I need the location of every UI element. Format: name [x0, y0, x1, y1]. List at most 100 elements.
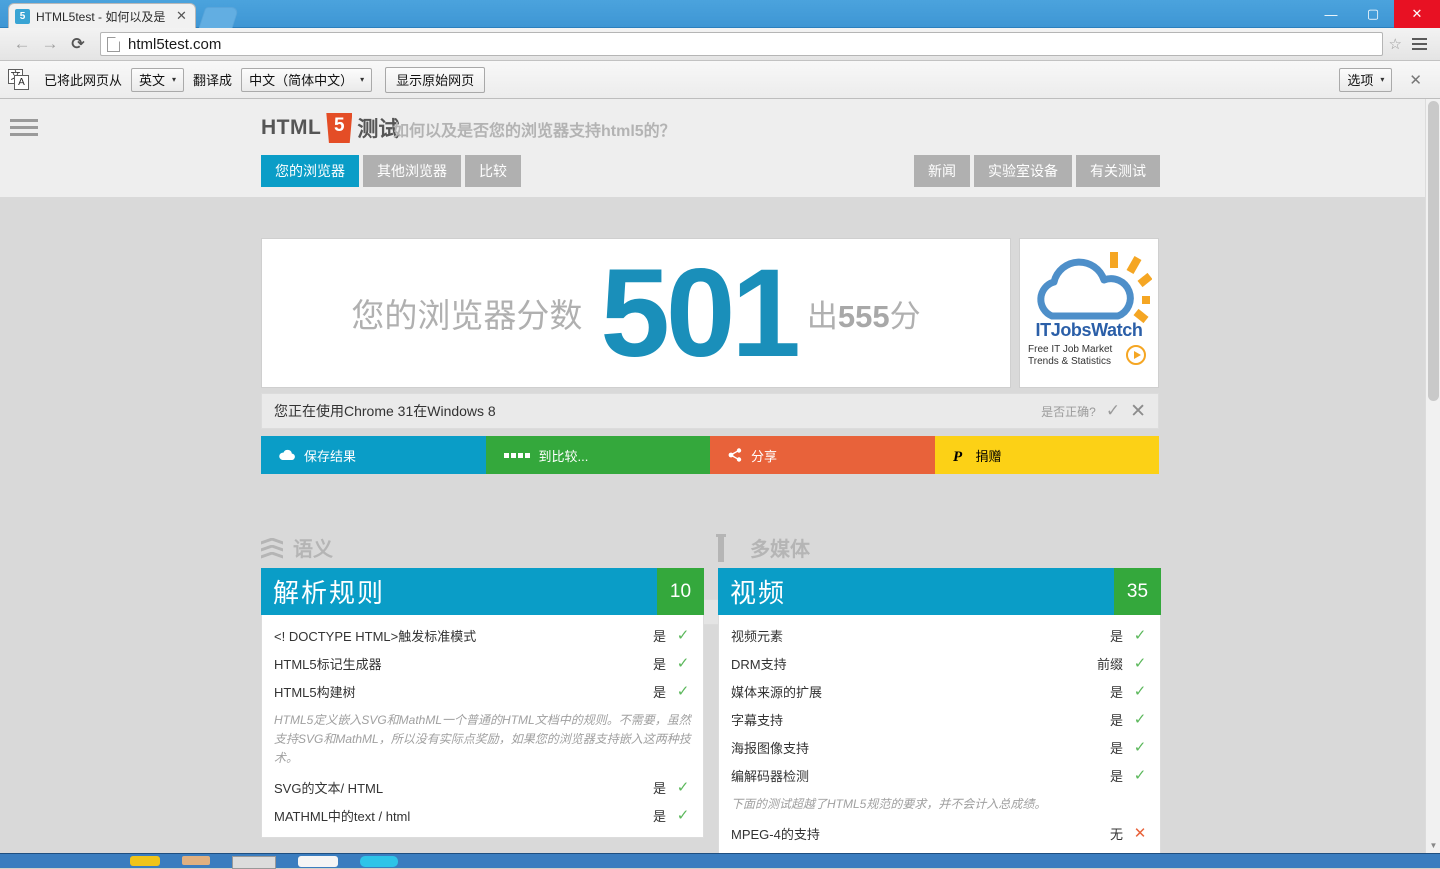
taskbar-item-folder[interactable]: [130, 856, 160, 866]
browser-title-bar: 5 HTML5test - 如何以及是 ✕ — ▢ ✕: [0, 0, 1440, 28]
translate-icon: 文 A: [8, 68, 30, 91]
card-header: 视频 35: [718, 568, 1161, 615]
feature-value: 是: [1109, 740, 1123, 756]
show-original-button[interactable]: 显示原始网页: [385, 66, 486, 93]
taskbar-item-explorer[interactable]: [182, 856, 210, 865]
chevron-down-icon: ▾: [172, 75, 177, 84]
tab-other-browsers[interactable]: 其他浏览器: [363, 155, 461, 187]
taskbar-item-chrome[interactable]: [360, 856, 398, 867]
play-button-icon[interactable]: [1126, 345, 1146, 365]
grid-icon: [503, 452, 530, 458]
confirm-yes-icon[interactable]: ✓: [1106, 401, 1120, 421]
secondary-nav: 新闻 实验室设备 有关测试: [914, 155, 1160, 187]
feature-row: 海报图像支持 是 ✓: [731, 733, 1148, 761]
screen-icon: [718, 533, 742, 562]
share-button[interactable]: 分享: [710, 436, 935, 474]
cross-icon: ✕: [1133, 825, 1147, 842]
feature-row: MPEG-4的支持 无 ✕: [731, 819, 1148, 847]
donate-button[interactable]: P 捐赠: [934, 436, 1159, 474]
tab-close-icon[interactable]: ✕: [174, 8, 189, 24]
ad-inner: ITJobsWatch Free IT Job Market Trends & …: [1026, 250, 1153, 376]
cloud-icon: [279, 449, 295, 461]
score-max: 555: [837, 298, 890, 334]
add-to-compare-label: 到比较...: [538, 448, 589, 464]
section-label-semantics: 语义: [293, 539, 333, 561]
page-menu-icon[interactable]: [10, 119, 38, 136]
feature-value: 前缀: [1096, 656, 1123, 672]
feature-value: 是: [652, 628, 666, 644]
window-close-button[interactable]: ✕: [1394, 0, 1440, 28]
feature-note: HTML5定义嵌入SVG和MathML一个普通的HTML文档中的规则。不需要，虽…: [274, 713, 691, 765]
translate-bar-close-icon[interactable]: ✕: [1409, 71, 1422, 89]
feature-value: 是: [652, 808, 666, 824]
target-language-value: 中文（简体中文）: [249, 73, 354, 88]
scrollbar-thumb[interactable]: [1428, 101, 1439, 401]
confirm-no-icon[interactable]: ✕: [1130, 400, 1146, 423]
target-language-select[interactable]: 中文（简体中文） ▾: [241, 67, 373, 92]
feature-name: HTML5标记生成器: [274, 656, 382, 672]
score-label: 您的浏览器分数: [351, 297, 583, 334]
score-out-prefix: 出: [806, 298, 838, 334]
browser-detection-question: 是否正确?: [1041, 404, 1096, 419]
tab-compare[interactable]: 比较: [465, 155, 521, 187]
site-logo[interactable]: HTML 5 测试: [261, 113, 399, 143]
windows-taskbar: [0, 853, 1440, 869]
feature-name: DRM支持: [731, 656, 787, 672]
feature-value: 无: [1109, 826, 1123, 842]
feature-row: 视频元素 是 ✓: [731, 621, 1148, 649]
nav-lab-devices[interactable]: 实验室设备: [974, 155, 1072, 187]
save-results-button[interactable]: 保存结果: [261, 436, 486, 474]
svg-text:P: P: [953, 449, 963, 463]
feature-name: <! DOCTYPE HTML>触发标准模式: [274, 628, 477, 644]
itjobswatch-cloud-sun-icon: [1037, 252, 1153, 324]
reload-icon[interactable]: ⟳: [64, 30, 92, 58]
source-language-value: 英文: [139, 73, 166, 88]
minimize-button[interactable]: —: [1310, 0, 1352, 28]
html5-logo-icon: 5: [326, 113, 353, 143]
page-info-icon: [107, 36, 120, 52]
chrome-menu-icon[interactable]: [1406, 31, 1432, 57]
card-score-parsing-rules: 10: [657, 568, 704, 615]
share-icon: [728, 448, 742, 462]
site-tagline: 如何以及是否您的浏览器支持html5的？: [393, 123, 676, 140]
tab-title: HTML5test - 如何以及是: [36, 9, 166, 24]
html5-favicon-icon: 5: [15, 8, 30, 24]
primary-nav-tabs: 您的浏览器 其他浏览器 比较: [261, 155, 521, 187]
browser-detection-text: 您正在使用Chrome 31在Windows 8: [274, 403, 496, 419]
browser-tab[interactable]: 5 HTML5test - 如何以及是 ✕: [8, 3, 196, 28]
forward-icon[interactable]: →: [36, 30, 64, 58]
ad-tagline: Free IT Job Market Trends & Statistics: [1028, 344, 1120, 368]
site-header: HTML 5 测试 如何以及是否您的浏览器支持html5的？ 您的浏览器 其他浏…: [0, 99, 1440, 197]
bookmark-star-icon[interactable]: ☆: [1389, 35, 1402, 53]
nav-about-test[interactable]: 有关测试: [1076, 155, 1160, 187]
translate-options-button[interactable]: 选项 ▾: [1339, 67, 1393, 92]
check-icon: ✓: [1133, 655, 1147, 672]
taskbar-item-app[interactable]: [298, 856, 338, 867]
feature-row: <! DOCTYPE HTML>触发标准模式 是 ✓: [274, 621, 691, 649]
card-body: 视频元素 是 ✓ DRM支持 前缀 ✓ 媒体来源的扩展 是 ✓ 字幕支持 是 ✓…: [718, 615, 1161, 853]
translate-options-label: 选项: [1347, 73, 1374, 88]
feature-value: 是: [652, 780, 666, 796]
nav-news[interactable]: 新闻: [914, 155, 970, 187]
advertisement-card[interactable]: ITJobsWatch Free IT Job Market Trends & …: [1019, 238, 1159, 388]
feature-row: HTML5标记生成器 是 ✓: [274, 649, 691, 677]
card-body: <! DOCTYPE HTML>触发标准模式 是 ✓ HTML5标记生成器 是 …: [261, 615, 704, 838]
back-icon[interactable]: ←: [8, 30, 36, 58]
taskbar-item-media[interactable]: [232, 856, 276, 869]
feature-name: 媒体来源的扩展: [731, 684, 823, 700]
source-language-select[interactable]: 英文 ▾: [131, 67, 185, 92]
add-to-compare-button[interactable]: 到比较...: [485, 436, 710, 474]
new-tab-button[interactable]: [198, 7, 240, 28]
tab-your-browser[interactable]: 您的浏览器: [261, 155, 359, 187]
check-icon: ✓: [676, 627, 690, 644]
feature-name: 视频元素: [731, 628, 784, 644]
maximize-button[interactable]: ▢: [1352, 0, 1394, 28]
scroll-down-icon[interactable]: ▼: [1426, 838, 1440, 853]
feature-row: HTML5构建树 是 ✓: [274, 677, 691, 705]
address-bar[interactable]: html5test.com: [100, 32, 1383, 56]
page-scrollbar[interactable]: ▲ ▼: [1425, 99, 1440, 853]
translate-middle-label: 翻译成: [193, 73, 233, 88]
feature-value: 是: [652, 684, 666, 700]
feature-name: 海报图像支持: [731, 740, 810, 756]
page-viewport: HTML 5 测试 如何以及是否您的浏览器支持html5的？ 您的浏览器 其他浏…: [0, 99, 1440, 853]
